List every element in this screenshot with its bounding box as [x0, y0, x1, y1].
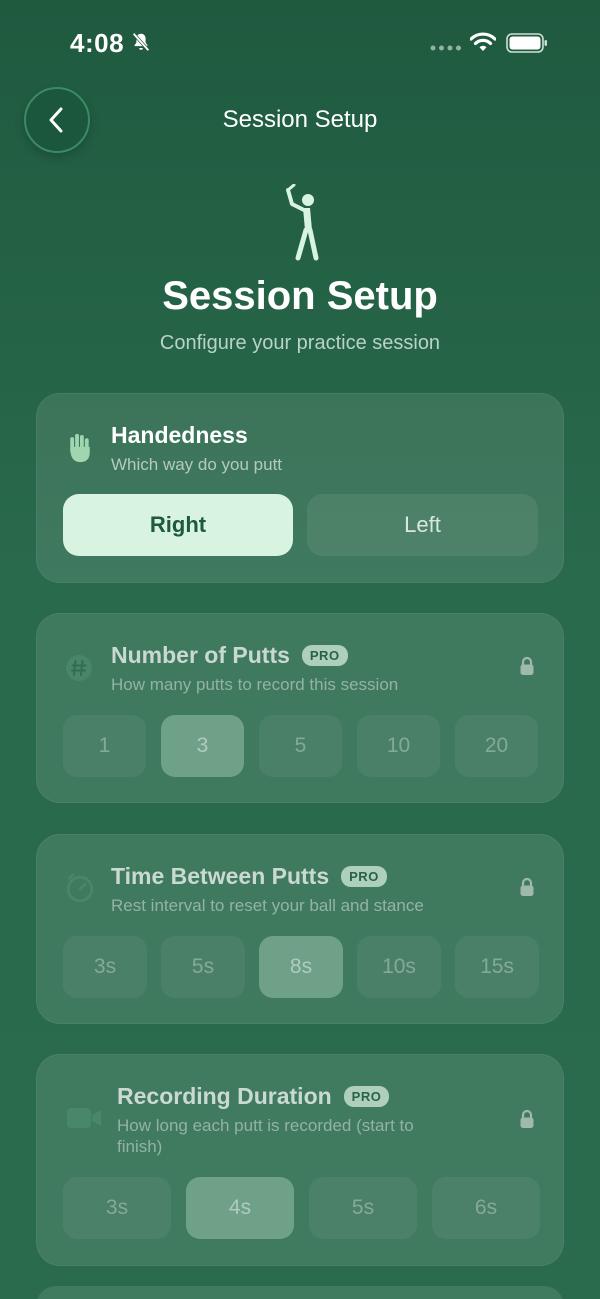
pro-badge: PRO: [301, 645, 348, 666]
cellular-dots-icon: [430, 45, 461, 51]
putts-option-10[interactable]: 10: [357, 715, 440, 777]
pro-badge: PRO: [343, 1086, 390, 1107]
lock-icon: [520, 656, 534, 675]
hand-icon: [70, 433, 90, 463]
status-bar: 4:08: [0, 0, 600, 84]
putts-option-5[interactable]: 5: [259, 715, 342, 777]
interval-option-10s[interactable]: 10s: [357, 936, 441, 998]
video-camera-icon: [67, 1108, 101, 1128]
putts-option-20[interactable]: 20: [455, 715, 538, 777]
handedness-subtitle: Which way do you putt: [111, 455, 283, 474]
lock-icon: [520, 877, 534, 896]
recording-duration-subtitle: How long each putt is recorded (start to…: [117, 1116, 414, 1156]
duration-option-4s[interactable]: 4s: [186, 1177, 294, 1239]
interval-option-15s[interactable]: 15s: [455, 936, 539, 998]
duration-option-5s[interactable]: 5s: [309, 1177, 417, 1239]
hash-icon: [66, 655, 92, 681]
recording-duration-title: Recording Duration PRO: [117, 1083, 390, 1110]
recording-duration-card: Recording Duration PRO How long each put…: [36, 1054, 564, 1266]
putts-option-3[interactable]: 3: [161, 715, 244, 777]
interval-option-3s[interactable]: 3s: [63, 936, 147, 998]
time-between-putts-options: 3s 5s 8s 10s 15s: [63, 936, 539, 998]
putts-option-1[interactable]: 1: [63, 715, 146, 777]
page-title: Session Setup: [162, 274, 438, 318]
golfer-icon: [286, 184, 319, 261]
nav-title: Session Setup: [222, 106, 378, 133]
number-of-putts-card: Number of Putts PRO How many putts to re…: [36, 613, 564, 803]
handedness-options: Right Left: [63, 494, 538, 556]
number-of-putts-subtitle: How many putts to record this session: [111, 675, 399, 694]
number-of-putts-title: Number of Putts PRO: [111, 642, 348, 669]
next-card-peek: [36, 1286, 564, 1299]
interval-option-5s[interactable]: 5s: [161, 936, 245, 998]
handedness-option-left[interactable]: Left: [307, 494, 538, 556]
interval-option-8s[interactable]: 8s: [259, 936, 343, 998]
time-between-putts-card: Time Between Putts PRO Rest interval to …: [36, 834, 564, 1024]
handedness-title: Handedness: [111, 422, 248, 448]
time-between-putts-title: Time Between Putts PRO: [111, 863, 387, 890]
duration-option-3s[interactable]: 3s: [63, 1177, 171, 1239]
battery-icon: [506, 33, 547, 53]
handedness-option-right[interactable]: Right: [63, 494, 293, 556]
wifi-icon: [470, 32, 496, 51]
bell-slash-icon: [132, 32, 150, 52]
pro-badge: PRO: [341, 866, 387, 887]
lock-icon: [520, 1109, 534, 1128]
number-of-putts-options: 1 3 5 10 20: [63, 715, 538, 777]
timer-icon: [66, 873, 94, 903]
page-subtitle: Configure your practice session: [159, 332, 441, 354]
status-time: 4:08: [70, 28, 125, 58]
recording-duration-options: 3s 4s 5s 6s: [63, 1177, 540, 1239]
time-between-putts-subtitle: Rest interval to reset your ball and sta…: [111, 896, 424, 915]
handedness-card: Handedness Which way do you putt Right L…: [36, 393, 564, 583]
duration-option-6s[interactable]: 6s: [432, 1177, 540, 1239]
